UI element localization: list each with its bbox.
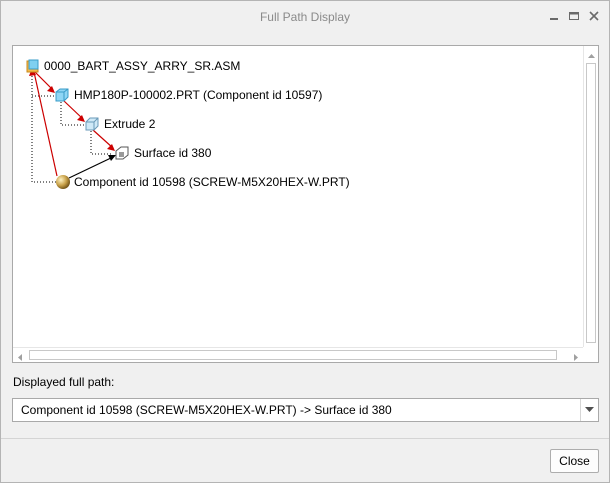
displayed-path-label: Displayed full path: — [13, 375, 115, 389]
tree-node-label: Component id 10598 (SCREW-M5X20HEX-W.PRT… — [74, 175, 350, 189]
maximize-icon[interactable] — [567, 9, 581, 23]
scroll-up-arrow-icon[interactable] — [587, 50, 596, 59]
footer-separator — [1, 438, 609, 439]
scrollbar-corner — [583, 347, 598, 362]
chevron-down-icon[interactable] — [580, 399, 598, 421]
extrude-feature-icon — [85, 117, 99, 136]
horizontal-scrollbar[interactable] — [13, 347, 584, 362]
title-bar[interactable]: Full Path Display — [1, 1, 609, 33]
path-tree[interactable]: 0000_BART_ASSY_ARRY_SR.ASM HMP180P-10000… — [12, 45, 599, 363]
close-button[interactable]: Close — [550, 449, 599, 473]
window-title: Full Path Display — [259, 10, 351, 24]
scroll-left-arrow-icon[interactable] — [16, 351, 25, 361]
tree-node-label: 0000_BART_ASSY_ARRY_SR.ASM — [44, 59, 241, 73]
scroll-right-arrow-icon[interactable] — [571, 351, 580, 361]
tree-node-label: Extrude 2 — [104, 117, 156, 131]
full-path-dialog: Full Path Display 0000_BART_ASSY_ARRY_SR… — [0, 0, 610, 483]
displayed-path-select[interactable]: Component id 10598 (SCREW-M5X20HEX-W.PRT… — [12, 398, 599, 422]
surface-icon — [115, 146, 129, 165]
vertical-scrollbar[interactable] — [583, 46, 598, 362]
minimize-icon[interactable] — [547, 9, 561, 23]
tree-node-label: Surface id 380 — [134, 146, 212, 160]
horizontal-scroll-thumb[interactable] — [29, 350, 557, 360]
close-icon[interactable] — [587, 9, 601, 23]
displayed-path-value: Component id 10598 (SCREW-M5X20HEX-W.PRT… — [21, 403, 392, 417]
vertical-scroll-thumb[interactable] — [586, 63, 596, 343]
part-icon — [55, 88, 69, 107]
component-sphere-icon — [55, 174, 71, 195]
assembly-icon — [26, 59, 40, 78]
tree-node-label: HMP180P-100002.PRT (Component id 10597) — [74, 88, 323, 102]
